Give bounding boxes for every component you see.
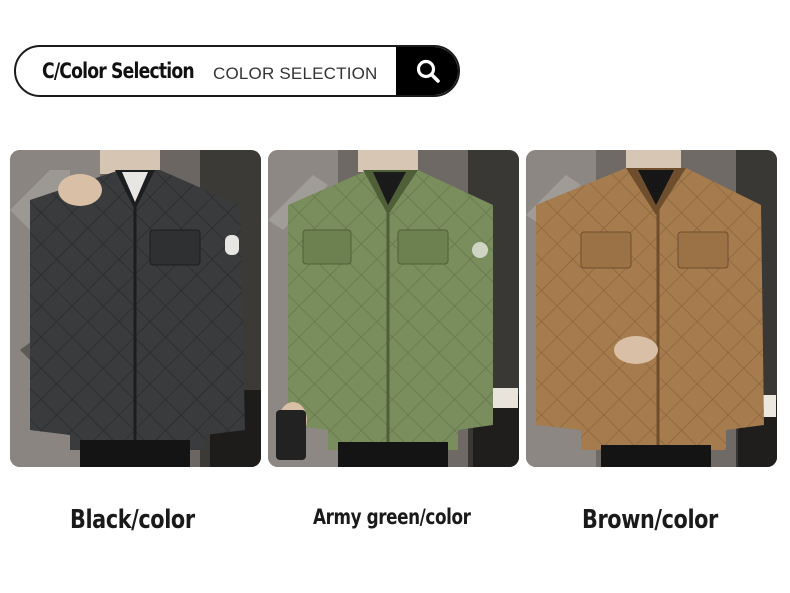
color-selection-search-bar[interactable]: C/Color Selection COLOR SELECTION — [14, 45, 460, 97]
product-image-brown[interactable] — [526, 150, 777, 467]
jacket-photo-brown — [526, 150, 777, 467]
product-image-black[interactable] — [10, 150, 261, 467]
jacket-photo-army-green — [268, 150, 519, 467]
color-label-army-green: Army green/color — [313, 505, 471, 529]
search-icon — [416, 59, 440, 83]
search-placeholder-text: COLOR SELECTION — [213, 64, 378, 83]
product-image-army-green[interactable] — [268, 150, 519, 467]
color-label-black: Black/color — [70, 505, 195, 535]
color-selection-title: C/Color Selection — [42, 59, 195, 83]
search-button[interactable] — [396, 47, 458, 95]
jacket-photo-black — [10, 150, 261, 467]
color-label-brown: Brown/color — [582, 505, 718, 535]
